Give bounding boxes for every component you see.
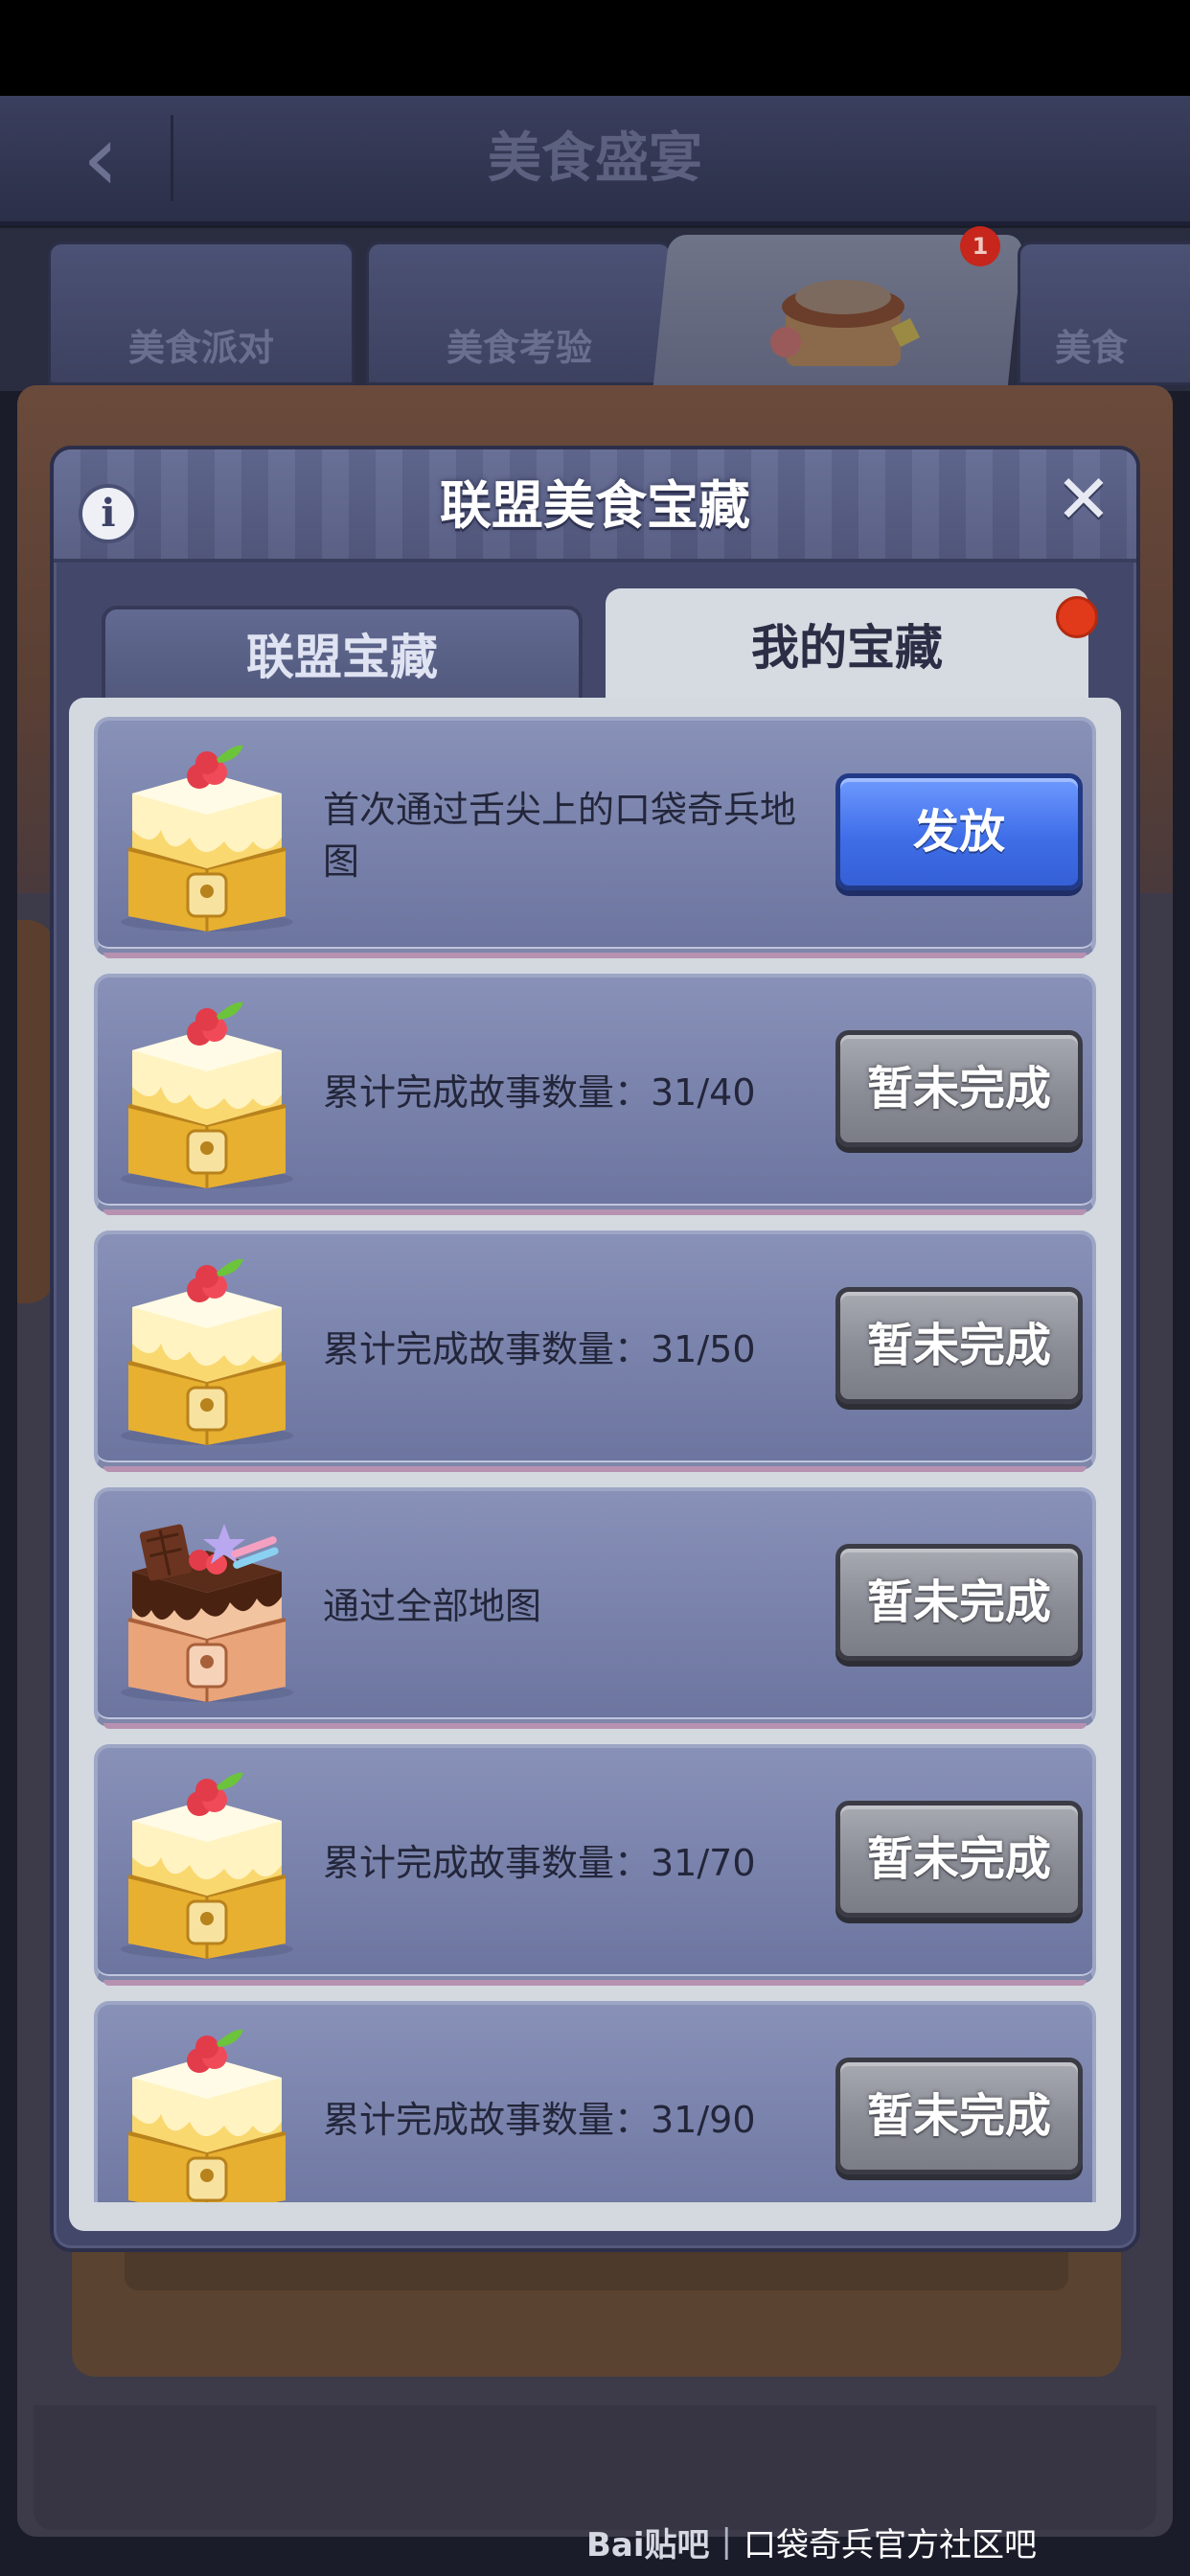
reward-description: 通过全部地图 (323, 1585, 542, 1627)
background-tab-label: 美食 (1055, 327, 1129, 369)
background-tab-trial: 美食考验 (366, 242, 673, 385)
background-tab-label: 美食考验 (446, 327, 592, 369)
notification-badge: 1 (960, 226, 1000, 266)
info-icon[interactable]: i (79, 484, 138, 543)
reward-item: 通过全部地图 暂未完成 (94, 1487, 1096, 1729)
reward-description: 首次通过舌尖上的口袋奇兵地图 (323, 789, 797, 883)
reward-item: 累计完成故事数量：31/70 暂未完成 (94, 1744, 1096, 1986)
cake-treasure-icon (770, 280, 920, 366)
dialog-title: 联盟美食宝藏 (440, 475, 750, 536)
reward-item: 累计完成故事数量：31/40 暂未完成 (94, 974, 1096, 1215)
not-completed-button[interactable]: 暂未完成 (835, 1030, 1083, 1147)
background-bottom-frame (34, 2405, 1156, 2530)
not-completed-button[interactable]: 暂未完成 (835, 1287, 1083, 1404)
reward-description: 累计完成故事数量：31/50 (323, 1328, 756, 1370)
tab-alliance-treasure[interactable]: 联盟宝藏 (102, 606, 583, 711)
reward-item: 累计完成故事数量：31/50 暂未完成 (94, 1230, 1096, 1472)
tieba-logo: Bai贴吧 (586, 2525, 710, 2564)
watermark-text: 口袋奇兵官方社区吧 (743, 2525, 1037, 2564)
watermark-separator: | (721, 2522, 732, 2561)
status-bar (0, 0, 1190, 96)
reward-list[interactable]: 首次通过舌尖上的口袋奇兵地图 发放 累计完成故事数量：31/40 暂未完成 累计… (94, 717, 1096, 2202)
cake-chest-icon (121, 1258, 293, 1445)
reward-description: 累计完成故事数量：31/40 (323, 1071, 756, 1114)
cake-chest-icon (121, 745, 293, 932)
cake-chest-icon (121, 1772, 293, 1959)
reward-description: 累计完成故事数量：31/90 (323, 2099, 756, 2141)
watermark: Bai贴吧 | 口袋奇兵官方社区吧 (586, 2513, 1180, 2570)
tab-my-treasure[interactable]: 我的宝藏 (606, 588, 1088, 711)
reward-description: 累计完成故事数量：31/70 (323, 1842, 756, 1884)
reward-item: 累计完成故事数量：31/90 暂未完成 (94, 2001, 1096, 2202)
not-completed-button[interactable]: 暂未完成 (835, 1801, 1083, 1918)
background-page-title: 美食盛宴 (488, 127, 702, 190)
not-completed-button[interactable]: 暂未完成 (835, 2058, 1083, 2174)
background-tab-label: 美食派对 (127, 327, 274, 369)
notification-dot (1056, 596, 1098, 638)
not-completed-button[interactable]: 暂未完成 (835, 1544, 1083, 1661)
claim-button[interactable]: 发放 (835, 773, 1083, 890)
cake-chest-icon (121, 1001, 293, 1188)
close-icon[interactable]: ✕ (1052, 466, 1115, 533)
chocolate-cake-chest-icon (121, 1524, 293, 1702)
background-tab-party: 美食派对 (48, 242, 355, 385)
background-tab-more: 美食 (1018, 242, 1190, 385)
cake-chest-icon (127, 2029, 286, 2202)
reward-item: 首次通过舌尖上的口袋奇兵地图 发放 (94, 717, 1096, 958)
